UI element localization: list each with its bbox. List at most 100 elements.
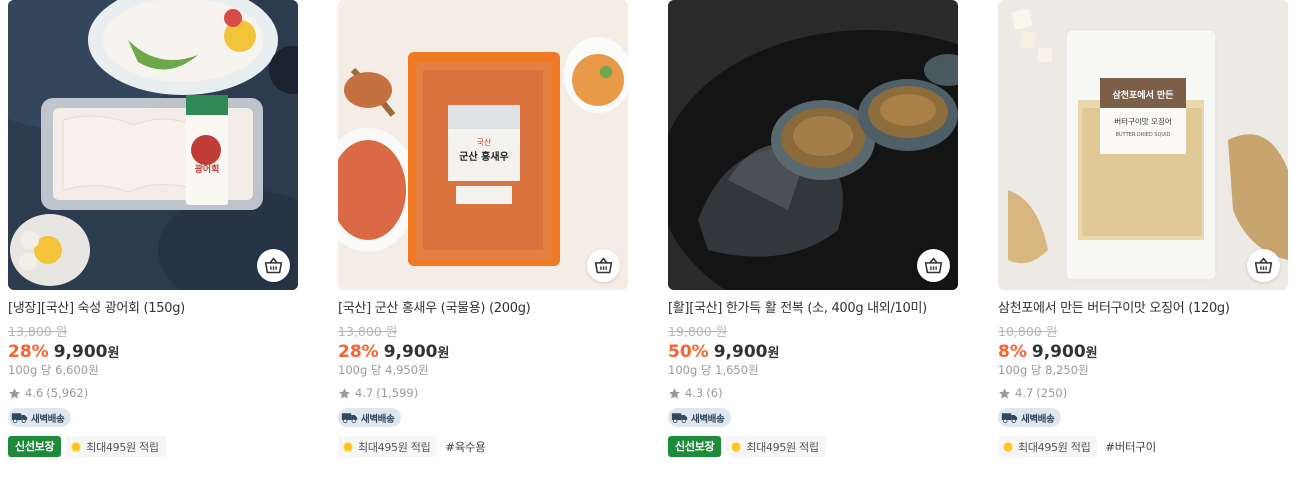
unit-price: 100g 당 6,600원 — [8, 363, 99, 377]
basket-icon — [594, 257, 613, 274]
red-shrimp-photo: 국산 군산 홍새우 — [338, 0, 628, 290]
rating: 4.7 (1,599) — [338, 386, 628, 400]
product-image[interactable]: 국산 군산 홍새우 — [338, 0, 628, 290]
truck-icon — [341, 413, 358, 424]
tag-row: 신선보장 최대495원 적립 — [8, 436, 298, 457]
rating: 4.6 (5,962) — [8, 386, 298, 400]
fresh-guarantee-badge: 신선보장 — [668, 436, 722, 457]
hashtag[interactable]: #육수용 — [445, 439, 485, 455]
add-to-cart-button[interactable] — [917, 249, 950, 282]
basket-icon — [1254, 257, 1273, 274]
discount-rate: 28% — [8, 342, 49, 362]
rating: 4.3 (6) — [668, 386, 958, 400]
point-label: 최대495원 적립 — [746, 440, 819, 454]
review-count: (250) — [1036, 386, 1068, 400]
add-to-cart-button[interactable] — [587, 249, 620, 282]
original-price: 13,800 원 — [8, 324, 68, 339]
product-card[interactable]: 광어회 [냉장][국산] 숙성 광어회 (150g) 13,800 원 28% … — [8, 0, 298, 457]
star-icon — [9, 387, 20, 399]
dawn-delivery-badge: 새벽배송 — [998, 408, 1062, 427]
product-image[interactable] — [668, 0, 958, 290]
currency-label: 원 — [1085, 346, 1098, 361]
point-badge: 최대495원 적립 — [338, 436, 438, 457]
svg-text:국산: 국산 — [477, 137, 492, 147]
flatfish-sashimi-photo: 광어회 — [8, 0, 298, 290]
product-title[interactable]: [활][국산] 한가득 활 전복 (소, 400g 내외/10미) — [668, 299, 958, 318]
product-grid: 광어회 [냉장][국산] 숙성 광어회 (150g) 13,800 원 28% … — [8, 0, 1288, 457]
tag-row: 최대495원 적립 #버터구이 — [998, 436, 1288, 457]
truck-icon — [671, 413, 688, 424]
tag-row: 최대495원 적립 #육수용 — [338, 436, 628, 457]
unit-price: 100g 당 1,650원 — [668, 363, 759, 377]
coin-icon — [1003, 441, 1013, 452]
dawn-delivery-label: 새벽배송 — [691, 413, 725, 425]
svg-text:BUTTER DRIED SQUID: BUTTER DRIED SQUID — [1116, 132, 1171, 138]
product-title[interactable]: 삼천포에서 만든 버터구이맛 오징어 (120g) — [998, 299, 1288, 318]
product-image[interactable]: 삼천포에서 만든 버터구이맛 오징어 BUTTER DRIED SQUID — [998, 0, 1288, 290]
product-card[interactable]: 국산 군산 홍새우 [국산] 군산 홍새우 (국물용) (200g) 13,80… — [338, 0, 628, 457]
truck-icon — [1001, 413, 1018, 424]
currency-label: 원 — [767, 346, 780, 361]
dawn-delivery-label: 새벽배송 — [361, 413, 395, 425]
sale-price: 9,900 — [53, 342, 108, 362]
coin-icon — [343, 441, 353, 452]
rating-score: 4.7 — [355, 386, 374, 400]
truck-icon — [11, 413, 28, 424]
point-badge: 최대495원 적립 — [66, 436, 166, 457]
dawn-delivery-label: 새벽배송 — [1021, 413, 1055, 425]
add-to-cart-button[interactable] — [1247, 249, 1280, 282]
svg-text:광어회: 광어회 — [195, 163, 220, 175]
product-card[interactable]: [활][국산] 한가득 활 전복 (소, 400g 내외/10미) 19,800… — [668, 0, 958, 457]
dawn-delivery-badge: 새벽배송 — [8, 408, 72, 427]
price-row: 50% 9,900 원 — [668, 342, 958, 362]
discount-rate: 50% — [668, 342, 709, 362]
abalone-photo — [668, 0, 958, 290]
basket-icon — [924, 257, 943, 274]
currency-label: 원 — [437, 346, 450, 361]
unit-price: 100g 당 8,250원 — [998, 363, 1089, 377]
original-price: 13,800 원 — [338, 324, 398, 339]
product-image[interactable]: 광어회 — [8, 0, 298, 290]
point-badge: 최대495원 적립 — [998, 436, 1098, 457]
point-label: 최대495원 적립 — [1018, 440, 1091, 454]
unit-price: 100g 당 4,950원 — [338, 363, 429, 377]
product-card[interactable]: 삼천포에서 만든 버터구이맛 오징어 BUTTER DRIED SQUID 삼천… — [998, 0, 1288, 457]
discount-rate: 28% — [338, 342, 379, 362]
currency-label: 원 — [107, 346, 120, 361]
star-icon — [339, 387, 350, 399]
sale-price: 9,900 — [1031, 342, 1086, 362]
svg-text:군산 홍새우: 군산 홍새우 — [459, 150, 508, 163]
review-count: (6) — [706, 386, 723, 400]
fresh-guarantee-badge: 신선보장 — [8, 436, 62, 457]
svg-text:삼천포에서 만든: 삼천포에서 만든 — [1112, 89, 1173, 101]
discount-rate: 8% — [998, 342, 1027, 362]
review-count: (5,962) — [46, 386, 89, 400]
rating-score: 4.6 — [25, 386, 44, 400]
price-row: 8% 9,900 원 — [998, 342, 1288, 362]
coin-icon — [71, 441, 82, 452]
rating-score: 4.7 — [1015, 386, 1034, 400]
sale-price: 9,900 — [713, 342, 768, 362]
add-to-cart-button[interactable] — [257, 249, 290, 282]
point-label: 최대495원 적립 — [86, 440, 159, 454]
point-label: 최대495원 적립 — [358, 440, 431, 454]
original-price: 10,800 원 — [998, 324, 1058, 339]
price-row: 28% 9,900 원 — [338, 342, 628, 362]
star-icon — [669, 387, 680, 399]
review-count: (1,599) — [376, 386, 419, 400]
rating-score: 4.3 — [685, 386, 704, 400]
butter-squid-photo: 삼천포에서 만든 버터구이맛 오징어 BUTTER DRIED SQUID — [998, 0, 1288, 290]
hashtag[interactable]: #버터구이 — [1105, 439, 1156, 455]
price-row: 28% 9,900 원 — [8, 342, 298, 362]
tag-row: 신선보장 최대495원 적립 — [668, 436, 958, 457]
svg-text:버터구이맛 오징어: 버터구이맛 오징어 — [1114, 116, 1172, 126]
product-title[interactable]: [국산] 군산 홍새우 (국물용) (200g) — [338, 299, 628, 318]
coin-icon — [731, 441, 742, 452]
original-price: 19,800 원 — [668, 324, 728, 339]
star-icon — [999, 387, 1010, 399]
rating: 4.7 (250) — [998, 386, 1288, 400]
dawn-delivery-label: 새벽배송 — [31, 413, 65, 425]
product-title[interactable]: [냉장][국산] 숙성 광어회 (150g) — [8, 299, 298, 318]
dawn-delivery-badge: 새벽배송 — [668, 408, 732, 427]
basket-icon — [264, 257, 283, 274]
